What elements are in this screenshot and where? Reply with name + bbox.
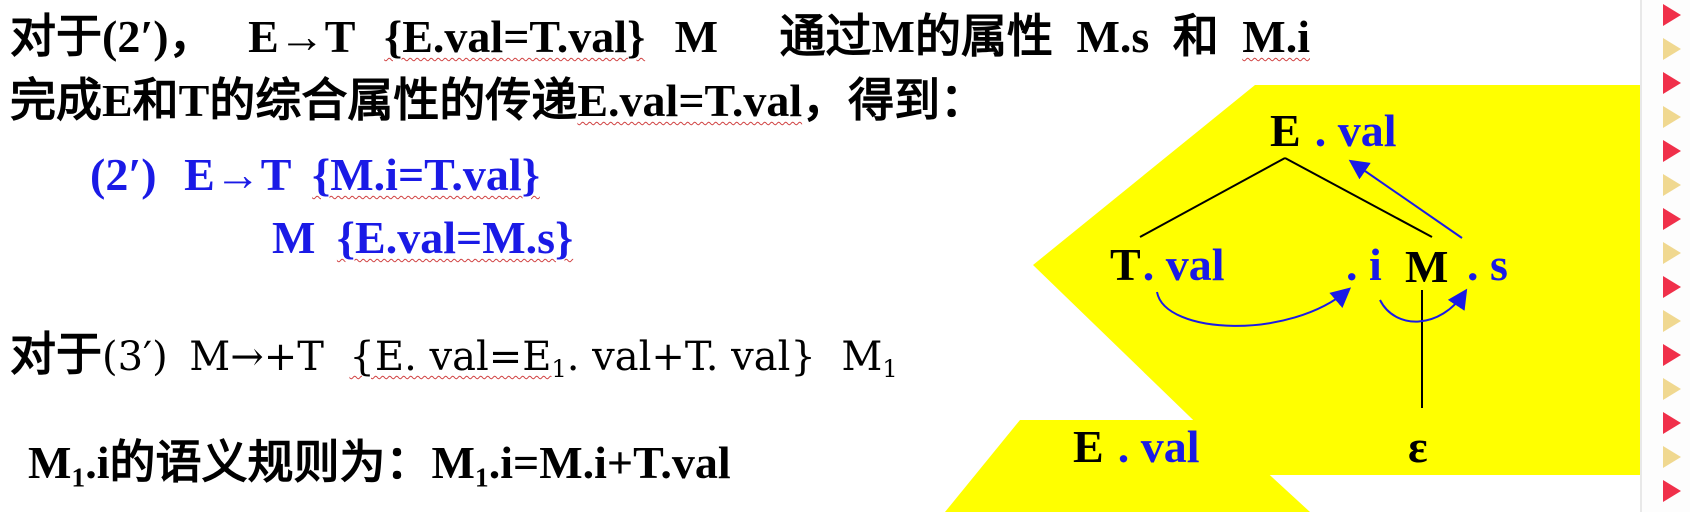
line-3: 对于(3′) M→+T {E. val=E1. val+T. val} M1 bbox=[10, 318, 898, 384]
line2-text-a: 完成E和T的综合属性的传递 bbox=[10, 75, 578, 126]
marker-red bbox=[1663, 480, 1681, 502]
node-M: M bbox=[1405, 241, 1449, 292]
line1-tail: 通过M的属性 bbox=[779, 11, 1053, 62]
line-4: M1.i的语义规则为：M1.i=M.i+T.val bbox=[28, 440, 731, 491]
marker-red bbox=[1663, 412, 1681, 434]
rule2-action: {M.i=T.val} bbox=[312, 149, 540, 200]
marker-red bbox=[1663, 72, 1681, 94]
line4-text: .i的语义规则为：M bbox=[85, 437, 475, 488]
line3-prefix: 对于 bbox=[10, 329, 102, 380]
node-epsilon: ε bbox=[1408, 421, 1428, 472]
line1-mi: M.i bbox=[1242, 11, 1310, 62]
marker-tan bbox=[1663, 38, 1681, 60]
line1-m: M bbox=[674, 11, 719, 62]
marker-red bbox=[1663, 276, 1681, 298]
line3-m: M1 bbox=[841, 334, 898, 384]
line3-action-b: . val+T. val} bbox=[566, 334, 816, 380]
line4-sub2: 1 bbox=[474, 461, 489, 493]
node-T: T. val bbox=[1110, 238, 1224, 291]
line2-expr: E.val=T.val bbox=[577, 75, 803, 126]
marker-red bbox=[1663, 4, 1681, 26]
line3-action-a: {E. val=E bbox=[349, 334, 552, 380]
node-lower-E-letter: E bbox=[1073, 421, 1104, 472]
node-mi: . i bbox=[1346, 239, 1382, 290]
line1-rule: E→T bbox=[248, 11, 355, 62]
line3-sub1: 1 bbox=[551, 355, 567, 384]
line3-action: {E. val=E1. val+T. val} bbox=[349, 334, 816, 384]
line1-action: {E.val=T.val} bbox=[384, 11, 646, 62]
node-ms: . s bbox=[1467, 239, 1508, 290]
line1-prefix: 对于(2′)， bbox=[10, 11, 215, 62]
line3-m-sub: 1 bbox=[882, 355, 898, 384]
rule2-label: (2′) bbox=[90, 149, 157, 200]
marker-red bbox=[1663, 140, 1681, 162]
line1-he: 和 bbox=[1172, 11, 1219, 62]
line3-m-letter: M bbox=[841, 334, 883, 380]
marker-tan bbox=[1663, 310, 1681, 332]
node-T-letter: T bbox=[1110, 239, 1141, 290]
node-root-val: . val bbox=[1314, 105, 1397, 156]
rule-2b-line: M {E.val=M.s} bbox=[272, 215, 573, 261]
line1-ms: M.s bbox=[1076, 11, 1150, 62]
line-1: 对于(2′)， E→T {E.val=T.val} M 通过M的属性 M.s 和… bbox=[10, 14, 1310, 60]
node-lower-E: E . val bbox=[1073, 420, 1199, 473]
line4-m: M bbox=[28, 437, 72, 488]
marker-red bbox=[1663, 208, 1681, 230]
node-lower-val: . val bbox=[1117, 421, 1200, 472]
node-root: E . val bbox=[1270, 104, 1396, 157]
marker-tan bbox=[1663, 242, 1681, 264]
line4-sub: 1 bbox=[71, 461, 86, 493]
node-T-val: . val bbox=[1142, 239, 1225, 290]
line4-expr: .i=M.i+T.val bbox=[488, 437, 731, 488]
line2-text-b: ，得到： bbox=[802, 75, 987, 126]
rule2b-action: {E.val=M.s} bbox=[336, 212, 574, 263]
line3-prod: M→+T bbox=[189, 334, 324, 380]
line-2: 完成E和T的综合属性的传递E.val=T.val，得到： bbox=[10, 78, 986, 124]
rule-2-line: (2′) E→T {M.i=T.val} bbox=[90, 152, 540, 198]
marker-red bbox=[1663, 344, 1681, 366]
marker-tan bbox=[1663, 106, 1681, 128]
rule2b-m: M bbox=[272, 212, 316, 263]
marker-tan bbox=[1663, 174, 1681, 196]
node-root-E: E bbox=[1270, 105, 1301, 156]
rule2-prod: E→T bbox=[184, 149, 291, 200]
marker-tan bbox=[1663, 446, 1681, 468]
marker-tan bbox=[1663, 378, 1681, 400]
line3-paren: (3′) bbox=[102, 334, 168, 380]
